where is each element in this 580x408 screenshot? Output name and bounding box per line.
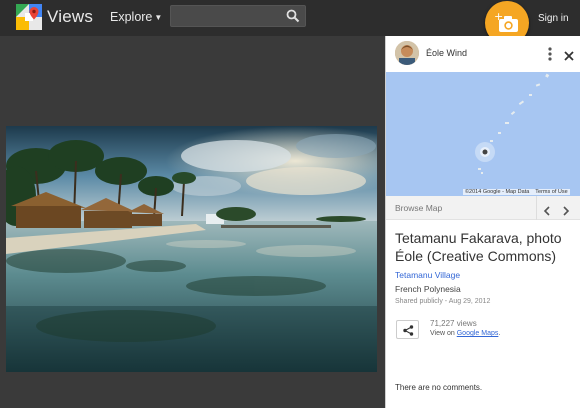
share-icon [403, 325, 414, 336]
search-input[interactable] [171, 6, 281, 26]
search-icon[interactable] [286, 9, 300, 23]
explore-label: Explore [110, 10, 153, 24]
explore-menu[interactable]: Explore ▼ [110, 10, 162, 24]
view-count: 71,227 views [430, 319, 477, 328]
share-button[interactable] [396, 320, 419, 339]
browse-map-link[interactable]: Browse Map [395, 203, 442, 213]
place-link[interactable]: Tetamanu Village [395, 270, 460, 280]
author-name[interactable]: Éole Wind [426, 48, 467, 58]
view-on-prefix: View on [430, 330, 457, 337]
comments-empty: There are no comments. [395, 383, 483, 392]
place-region: French Polynesia [395, 284, 461, 294]
view-on-suffix: . [498, 330, 501, 337]
shared-date: Shared publicly - Aug 29, 2012 [395, 298, 491, 305]
browse-map-bar: Browse Map [386, 196, 580, 220]
maps-logo-icon[interactable] [16, 4, 42, 30]
google-maps-link[interactable]: Google Maps [457, 330, 499, 337]
chevron-left-icon[interactable] [543, 203, 551, 216]
map-credit: ©2014 Google - Map Data Terms of Use [463, 189, 570, 195]
caret-down-icon: ▼ [154, 13, 163, 22]
main-photo[interactable] [6, 126, 377, 372]
map-credit-text: ©2014 Google - Map Data [465, 189, 530, 195]
search-box [170, 5, 306, 27]
photo-details-panel: Éole Wind ©2014 Google - Map Data Terms … [385, 36, 580, 408]
location-map[interactable]: ©2014 Google - Map Data Terms of Use [386, 72, 580, 196]
divider [536, 196, 537, 220]
sign-in-link[interactable]: Sign in [538, 13, 569, 24]
author-row: Éole Wind [386, 36, 580, 72]
view-on-text: View on Google Maps. [430, 330, 500, 337]
more-vert-icon[interactable] [547, 47, 553, 61]
chevron-right-icon[interactable] [562, 203, 570, 216]
terms-of-use-link[interactable]: Terms of Use [535, 189, 567, 195]
photo-title: Tetamanu Fakarava, photo Éole (Creative … [395, 230, 562, 264]
brand-title[interactable]: Views [47, 7, 93, 27]
close-icon[interactable] [564, 48, 574, 61]
avatar[interactable] [395, 41, 419, 65]
